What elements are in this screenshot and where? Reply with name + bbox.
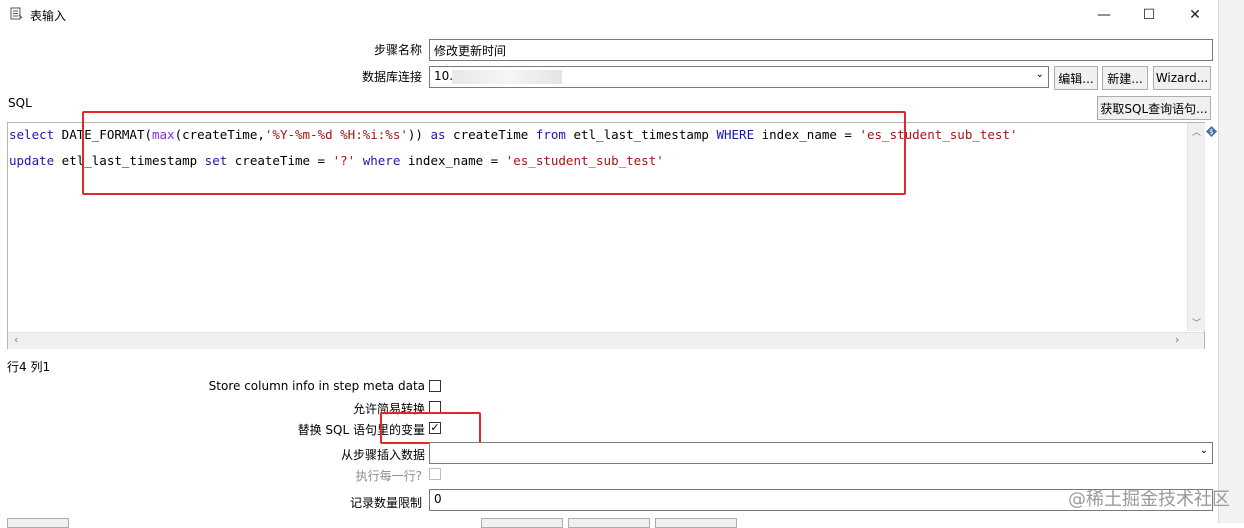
blurred-region	[452, 70, 562, 84]
scroll-up-icon[interactable]: ︿	[1192, 125, 1201, 138]
sql-label: SQL	[8, 96, 32, 110]
store-column-info-checkbox[interactable]	[429, 380, 441, 392]
svg-text:$: $	[1209, 128, 1213, 136]
db-connection-label: 数据库连接	[361, 70, 422, 84]
watermark: @稀土掘金技术社区	[1068, 489, 1230, 510]
variable-diamond-icon: $	[1206, 126, 1217, 137]
scroll-down-icon[interactable]: ﹀	[1192, 316, 1201, 329]
table-input-icon	[10, 7, 23, 20]
cursor-position: 行4 列1	[7, 360, 51, 374]
title-bar: 表输入 — ☐ ✕	[0, 0, 1218, 30]
help-button[interactable]	[7, 518, 69, 528]
vertical-scrollbar[interactable]: ︿ ﹀	[1187, 123, 1205, 331]
cancel-button[interactable]	[655, 518, 737, 528]
insert-from-step-label: 从步骤插入数据	[340, 448, 425, 462]
ok-button[interactable]	[481, 518, 563, 528]
scroll-left-icon[interactable]: ‹	[14, 333, 18, 346]
maximize-button[interactable]: ☐	[1126, 0, 1172, 30]
new-connection-button[interactable]: 新建...	[1102, 66, 1148, 90]
step-name-input[interactable]: 修改更新时间	[429, 39, 1213, 61]
highlight-box-replace-vars	[380, 412, 481, 444]
insert-from-step-select[interactable]: ⌄	[429, 442, 1213, 464]
get-sql-query-button[interactable]: 获取SQL查询语句...	[1097, 96, 1211, 120]
limit-label: 记录数量限制	[349, 496, 422, 510]
chevron-down-icon: ⌄	[1035, 69, 1044, 80]
scroll-right-icon[interactable]: ›	[1175, 333, 1179, 346]
step-name-label: 步骤名称	[373, 43, 422, 57]
db-connection-value: 10.	[434, 69, 454, 83]
close-button[interactable]: ✕	[1172, 0, 1218, 30]
horizontal-scrollbar[interactable]: ‹ ›	[8, 332, 1204, 349]
sql-token: select	[9, 127, 55, 142]
execute-each-row-checkbox[interactable]	[429, 468, 441, 480]
db-connection-select[interactable]: 10. ⌄	[429, 66, 1049, 88]
execute-each-row-label: 执行每一行?	[355, 469, 422, 483]
minimize-button[interactable]: —	[1081, 0, 1127, 30]
highlight-box-sql	[82, 111, 906, 195]
edit-connection-button[interactable]: 编辑...	[1054, 66, 1098, 90]
background-window-edge	[1218, 0, 1244, 523]
preview-button[interactable]	[568, 518, 650, 528]
store-column-info-label: Store column info in step meta data	[208, 379, 425, 393]
window-title: 表输入	[30, 9, 67, 23]
sql-token: update	[9, 153, 55, 168]
wizard-button[interactable]: Wizard...	[1153, 66, 1211, 90]
chevron-down-icon: ⌄	[1199, 445, 1208, 456]
